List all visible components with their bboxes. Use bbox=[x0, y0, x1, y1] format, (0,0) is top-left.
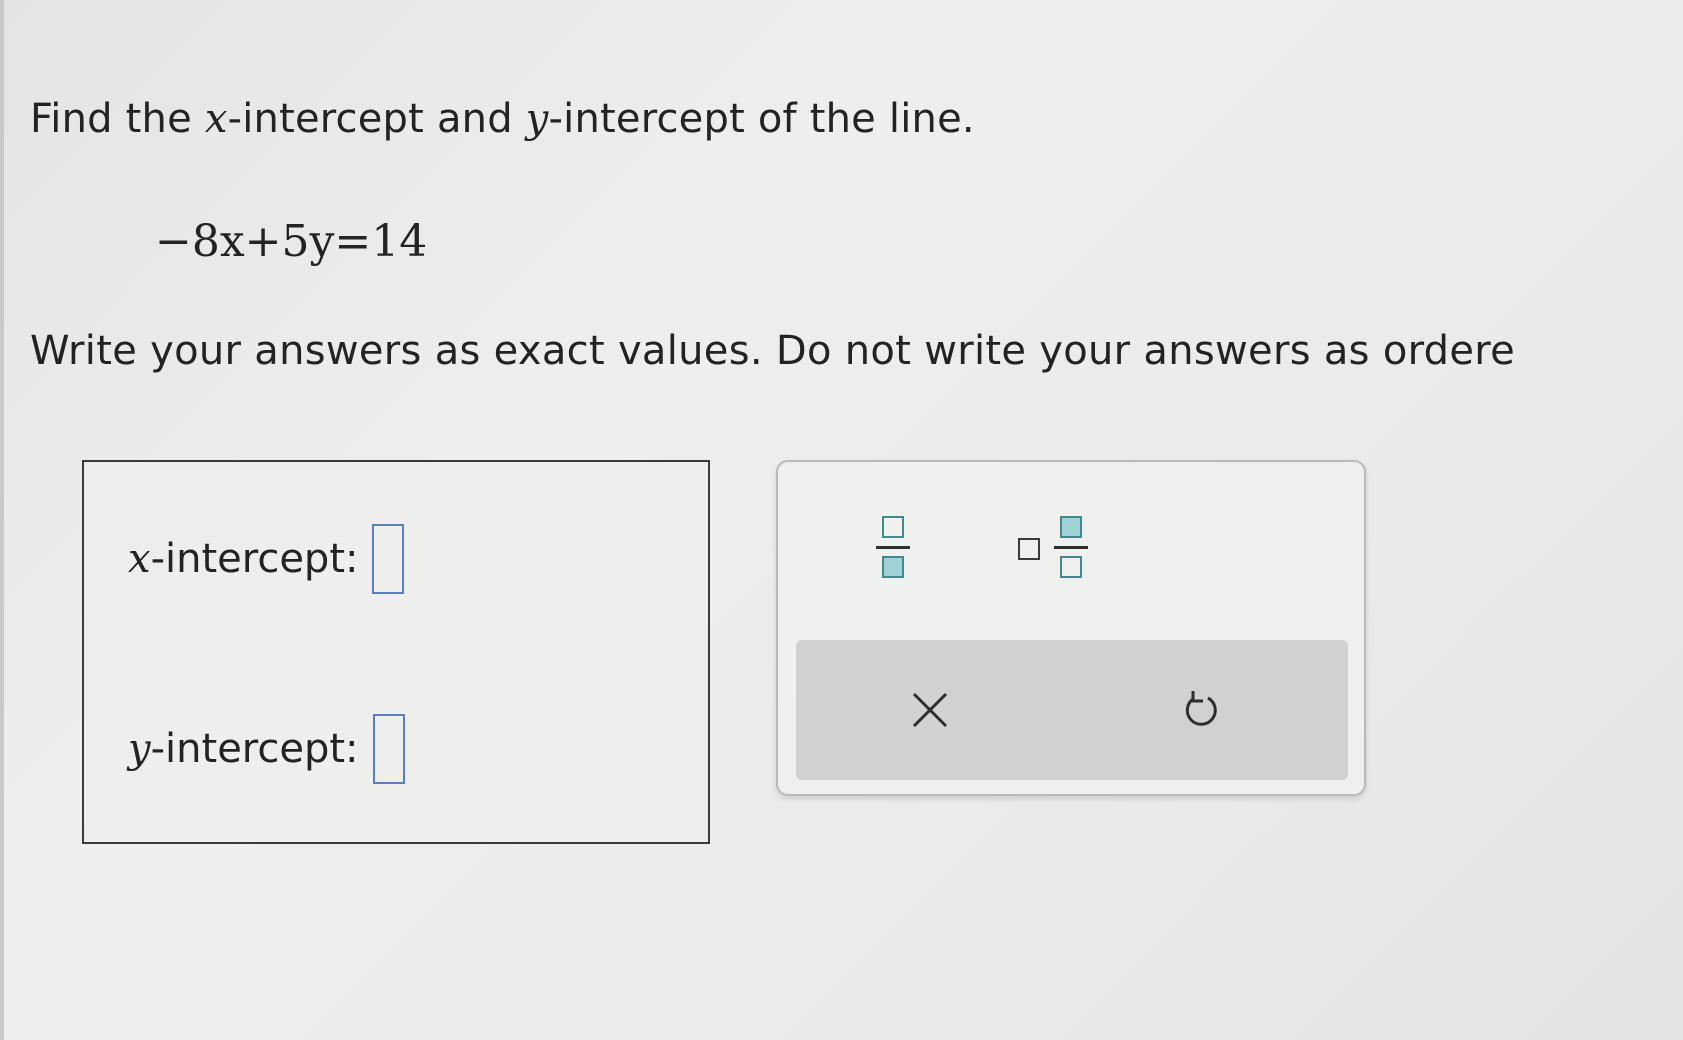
question-text-after: -intercept of the line. bbox=[548, 96, 975, 142]
mixed-number-button[interactable] bbox=[1018, 506, 1128, 596]
x-intercept-var: x bbox=[128, 536, 151, 582]
equation: −8x+5y=14 bbox=[155, 216, 428, 267]
fraction-button[interactable] bbox=[858, 506, 928, 596]
answer-box: x -intercept: y -intercept: bbox=[82, 460, 710, 844]
x-intercept-label: -intercept: bbox=[150, 536, 359, 582]
instruction-text: Write your answers as exact values. Do n… bbox=[30, 328, 1516, 374]
math-palette bbox=[776, 460, 1366, 796]
clear-button[interactable] bbox=[890, 670, 970, 750]
y-intercept-var: y bbox=[128, 726, 151, 772]
window-edge bbox=[0, 0, 4, 1040]
x-intercept-row: x -intercept: bbox=[128, 524, 405, 594]
question-text-before: Find the bbox=[30, 96, 205, 142]
undo-button[interactable] bbox=[1160, 670, 1240, 750]
y-intercept-input[interactable] bbox=[372, 714, 405, 784]
action-bar bbox=[796, 640, 1348, 780]
x-intercept-input[interactable] bbox=[372, 524, 405, 594]
question-var-x: x bbox=[204, 96, 228, 142]
question-text-middle: -intercept and bbox=[227, 96, 526, 142]
clear-icon bbox=[912, 692, 948, 728]
y-intercept-label: -intercept: bbox=[150, 726, 359, 772]
y-intercept-row: y -intercept: bbox=[128, 714, 405, 784]
question-text: Find the x-intercept and y-intercept of … bbox=[30, 96, 975, 142]
question-var-y: y bbox=[525, 96, 549, 142]
undo-icon bbox=[1185, 691, 1217, 726]
